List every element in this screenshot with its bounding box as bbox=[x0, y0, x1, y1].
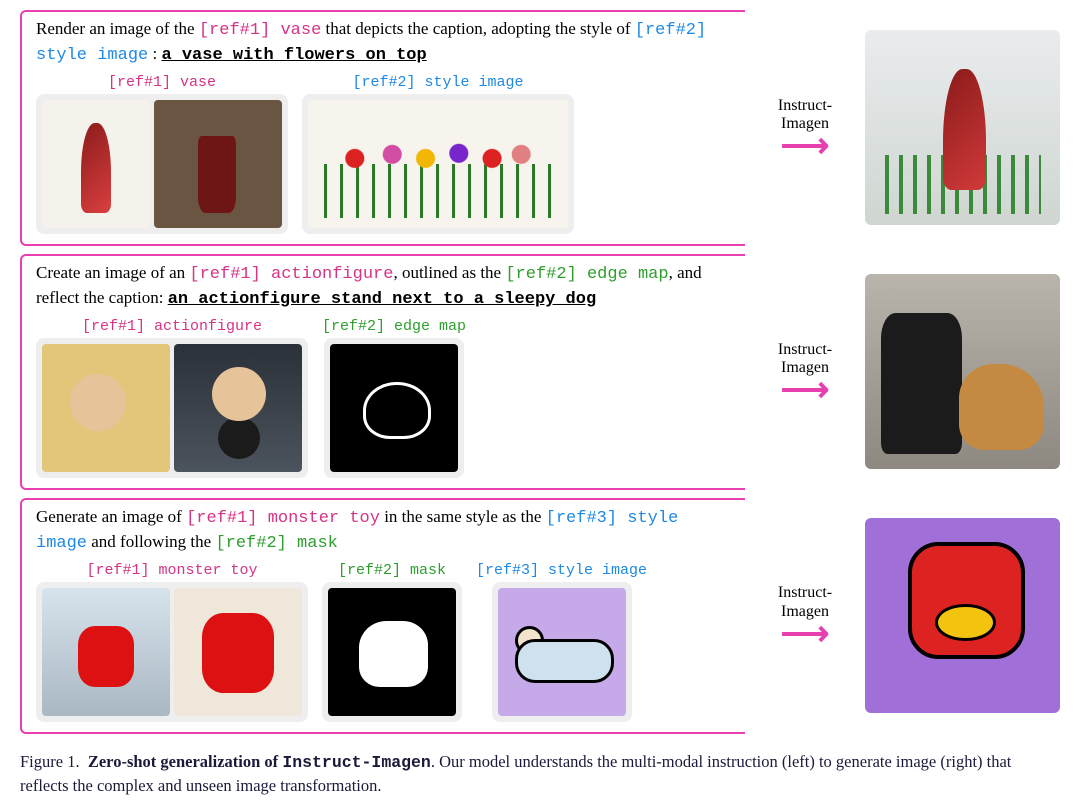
arrow-column: Instruct-Imagen ⟶ bbox=[755, 97, 855, 160]
figure: Render an image of the [ref#1] vase that… bbox=[20, 10, 1060, 797]
prompt-segment: Render an image of the bbox=[36, 19, 199, 38]
ref3-group: [ref#3] style image bbox=[476, 562, 647, 722]
arrow-column: Instruct-Imagen ⟶ bbox=[755, 341, 855, 404]
reference-images-row: [ref#1] monster toy [ref#2] mask [ref#3]… bbox=[36, 562, 735, 722]
caption-lead: Figure 1. bbox=[20, 752, 80, 771]
example-row-1: Render an image of the [ref#1] vase that… bbox=[20, 10, 1060, 246]
instruction-block: Create an image of an [ref#1] actionfigu… bbox=[20, 254, 745, 490]
example-row-3: Generate an image of [ref#1] monster toy… bbox=[20, 498, 1060, 734]
example-row-2: Create an image of an [ref#1] actionfigu… bbox=[20, 254, 1060, 490]
ref1-tag: [ref#1] vase bbox=[199, 21, 321, 40]
prompt-segment: in the same style as the bbox=[380, 507, 546, 526]
instruction-block: Generate an image of [ref#1] monster toy… bbox=[20, 498, 745, 734]
ref2-image bbox=[330, 344, 458, 472]
ref2-tag: [ref#2] mask bbox=[215, 534, 337, 553]
ref2-image bbox=[328, 588, 456, 716]
ref1-group: [ref#1] actionfigure bbox=[36, 318, 308, 478]
output-image bbox=[865, 518, 1060, 713]
ref1-images bbox=[36, 338, 308, 478]
output-image bbox=[865, 30, 1060, 225]
ref1-label: [ref#1] monster toy bbox=[86, 562, 257, 579]
ref1-group: [ref#1] monster toy bbox=[36, 562, 308, 722]
ref2-label: [ref#2] mask bbox=[338, 562, 446, 579]
ref1-tag: [ref#1] monster toy bbox=[186, 509, 380, 528]
ref1-image-b bbox=[174, 344, 302, 472]
prompt-text: Render an image of the [ref#1] vase that… bbox=[36, 18, 735, 68]
ref2-group: [ref#2] style image bbox=[302, 74, 574, 234]
arrow-column: Instruct-Imagen ⟶ bbox=[755, 584, 855, 647]
prompt-text: Generate an image of [ref#1] monster toy… bbox=[36, 506, 735, 556]
prompt-text: Create an image of an [ref#1] actionfigu… bbox=[36, 262, 735, 312]
arrow-icon: ⟶ bbox=[781, 623, 830, 647]
caption-code: Instruct-Imagen bbox=[282, 753, 431, 772]
prompt-caption: an actionfigure stand next to a sleepy d… bbox=[168, 290, 596, 309]
ref2-tag: [ref#2] edge map bbox=[505, 265, 668, 284]
reference-images-row: [ref#1] actionfigure [ref#2] edge map bbox=[36, 318, 735, 478]
ref3-images bbox=[492, 582, 632, 722]
prompt-caption: a vase with flowers on top bbox=[161, 46, 426, 65]
arrow-icon: ⟶ bbox=[781, 379, 830, 403]
ref2-images bbox=[324, 338, 464, 478]
reference-images-row: [ref#1] vase [ref#2] style image bbox=[36, 74, 735, 234]
ref1-image-a bbox=[42, 100, 150, 228]
instruction-block: Render an image of the [ref#1] vase that… bbox=[20, 10, 745, 246]
ref1-label: [ref#1] actionfigure bbox=[82, 318, 262, 335]
prompt-segment: Generate an image of bbox=[36, 507, 186, 526]
ref1-image-a bbox=[42, 344, 170, 472]
prompt-segment: Create an image of an bbox=[36, 263, 189, 282]
ref1-images bbox=[36, 94, 288, 234]
output-image bbox=[865, 274, 1060, 469]
ref1-group: [ref#1] vase bbox=[36, 74, 288, 234]
figure-caption: Figure 1. Zero-shot generalization of In… bbox=[20, 750, 1060, 797]
caption-title: Zero-shot generalization of bbox=[88, 752, 282, 771]
ref2-label: [ref#2] edge map bbox=[322, 318, 466, 335]
ref1-label: [ref#1] vase bbox=[108, 74, 216, 91]
ref2-images bbox=[302, 94, 574, 234]
ref1-image-b bbox=[174, 588, 302, 716]
prompt-segment: and following the bbox=[87, 532, 215, 551]
ref2-group: [ref#2] edge map bbox=[322, 318, 466, 478]
ref1-image-b bbox=[154, 100, 282, 228]
prompt-segment: that depicts the caption, adopting the s… bbox=[321, 19, 634, 38]
ref3-label: [ref#3] style image bbox=[476, 562, 647, 579]
prompt-segment: : bbox=[148, 44, 161, 63]
ref2-images bbox=[322, 582, 462, 722]
ref1-image-a bbox=[42, 588, 170, 716]
arrow-icon: ⟶ bbox=[781, 135, 830, 159]
prompt-segment: , outlined as the bbox=[393, 263, 505, 282]
ref2-group: [ref#2] mask bbox=[322, 562, 462, 722]
ref3-image bbox=[498, 588, 626, 716]
ref2-image bbox=[308, 100, 568, 228]
ref1-images bbox=[36, 582, 308, 722]
ref2-label: [ref#2] style image bbox=[352, 74, 523, 91]
ref1-tag: [ref#1] actionfigure bbox=[189, 265, 393, 284]
